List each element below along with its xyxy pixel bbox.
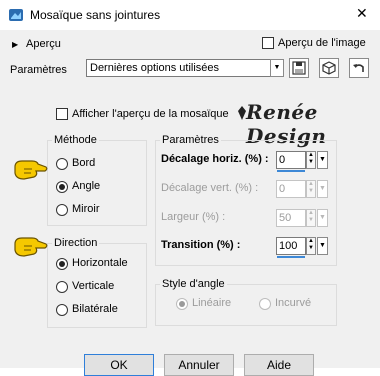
show-mosaic-preview-label[interactable]: Afficher l'aperçu de la mosaïque [72, 108, 229, 120]
floppy-icon [292, 61, 306, 75]
window-title: Mosaïque sans jointures [30, 8, 161, 22]
direction-bilaterale-label[interactable]: Bilatérale [72, 303, 118, 315]
cancel-button[interactable]: Annuler [164, 354, 234, 376]
width-dropdown[interactable]: ▼ [317, 209, 328, 227]
vert-offset-input[interactable]: 0 [276, 180, 306, 198]
direction-group-title: Direction [52, 237, 100, 249]
method-angle-radio[interactable] [56, 181, 68, 193]
vert-offset-label: Décalage vert. (%) : [161, 182, 259, 194]
cube-icon [322, 61, 336, 75]
direction-verticale-label[interactable]: Verticale [72, 280, 114, 292]
pointing-hand-icon [14, 237, 48, 257]
method-miroir-label[interactable]: Miroir [72, 203, 100, 215]
method-angle-label[interactable]: Angle [72, 180, 100, 192]
load-preset-button[interactable] [319, 58, 339, 78]
preset-select-value: Dernières options utilisées [90, 62, 220, 74]
method-miroir-radio[interactable] [56, 204, 68, 216]
chevron-down-icon[interactable]: ▼ [270, 59, 284, 77]
image-preview-label[interactable]: Aperçu de l'image [278, 37, 366, 49]
width-label: Largeur (%) : [161, 211, 226, 223]
corner-style-group-title: Style d'angle [160, 278, 227, 290]
transition-dropdown[interactable]: ▼ [317, 237, 328, 255]
vert-offset-dropdown[interactable]: ▼ [317, 180, 328, 198]
vert-offset-spinner[interactable]: ▲ ▼ [306, 180, 316, 198]
params-label: Paramètres [10, 64, 67, 76]
save-preset-button[interactable] [289, 58, 309, 78]
horiz-offset-label: Décalage horiz. (%) : [161, 153, 269, 165]
help-button[interactable]: Aide [244, 354, 314, 376]
horiz-offset-input[interactable]: 0 [276, 151, 306, 169]
width-input[interactable]: 50 [276, 209, 306, 227]
show-mosaic-preview-checkbox[interactable] [56, 108, 68, 120]
transition-spinner[interactable]: ▲ ▼ [306, 237, 316, 255]
direction-horizontale-radio[interactable] [56, 258, 68, 270]
preset-select[interactable]: Dernières options utilisées [86, 59, 284, 77]
app-icon [9, 9, 23, 21]
horiz-offset-dropdown[interactable]: ▼ [317, 151, 328, 169]
reset-button[interactable] [349, 58, 369, 78]
direction-verticale-radio[interactable] [56, 281, 68, 293]
method-bord-label[interactable]: Bord [72, 157, 95, 169]
direction-horizontale-label[interactable]: Horizontale [72, 257, 128, 269]
parameters-group-title: Paramètres [160, 134, 221, 146]
transition-input[interactable]: 100 [276, 237, 306, 255]
transition-label: Transition (%) : [161, 239, 241, 251]
pointing-hand-icon [14, 160, 48, 180]
horiz-offset-slider[interactable] [277, 170, 305, 172]
expand-preview-icon[interactable]: ▶ [12, 40, 18, 49]
preview-toggle-label[interactable]: Aperçu [26, 38, 61, 50]
corner-lineaire-radio[interactable] [176, 298, 188, 310]
direction-bilaterale-radio[interactable] [56, 304, 68, 316]
undo-icon [353, 64, 364, 72]
corner-incurve-radio[interactable] [259, 298, 271, 310]
corner-incurve-label[interactable]: Incurvé [275, 297, 311, 309]
close-icon[interactable]: ✕ [356, 6, 368, 20]
method-bord-radio[interactable] [56, 158, 68, 170]
ok-button[interactable]: OK [84, 354, 154, 376]
width-spinner[interactable]: ▲ ▼ [306, 209, 316, 227]
method-group-title: Méthode [52, 134, 99, 146]
transition-slider[interactable] [277, 256, 305, 258]
image-preview-checkbox[interactable] [262, 37, 274, 49]
corner-lineaire-label[interactable]: Linéaire [192, 297, 231, 309]
horiz-offset-spinner[interactable]: ▲ ▼ [306, 151, 316, 169]
